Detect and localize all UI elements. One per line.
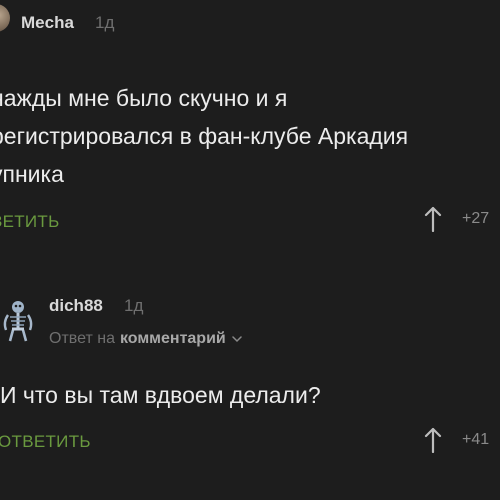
comment-text: нажды мне было скучно и я регистрировалс… <box>0 85 409 187</box>
vote-block: +41 <box>424 427 489 453</box>
reply-target-link[interactable]: комментарий <box>120 330 226 348</box>
reply-prefix: Ответ на <box>49 330 115 347</box>
upvote-arrow-icon[interactable] <box>424 206 442 232</box>
comment-text: И что вы там вдвоем делали? <box>0 382 321 408</box>
comment: Mecha 1д нажды мне было скучно и я регис… <box>0 0 500 250</box>
skeleton-avatar-icon[interactable] <box>0 298 36 342</box>
avatar[interactable] <box>0 4 10 32</box>
reply-button[interactable]: ОТВЕТИТЬ <box>0 432 91 452</box>
reply-reference[interactable]: Ответ на комментарий <box>49 330 242 348</box>
comment-timestamp: 1д <box>124 296 144 315</box>
upvote-arrow-icon[interactable] <box>424 427 442 453</box>
vote-count: +27 <box>462 210 490 227</box>
vote-count: +41 <box>462 431 490 448</box>
comment-author[interactable]: dich88 <box>49 296 103 316</box>
chevron-down-icon[interactable] <box>232 334 242 344</box>
comment-author[interactable]: Mecha <box>21 13 74 33</box>
vote-block: +27 <box>424 206 489 232</box>
comment-reply: dich88 1д Ответ на комментарий И что вы … <box>0 250 500 500</box>
comment-timestamp: 1д <box>95 13 115 32</box>
reply-button[interactable]: ЗЕТИТЬ <box>0 212 60 232</box>
